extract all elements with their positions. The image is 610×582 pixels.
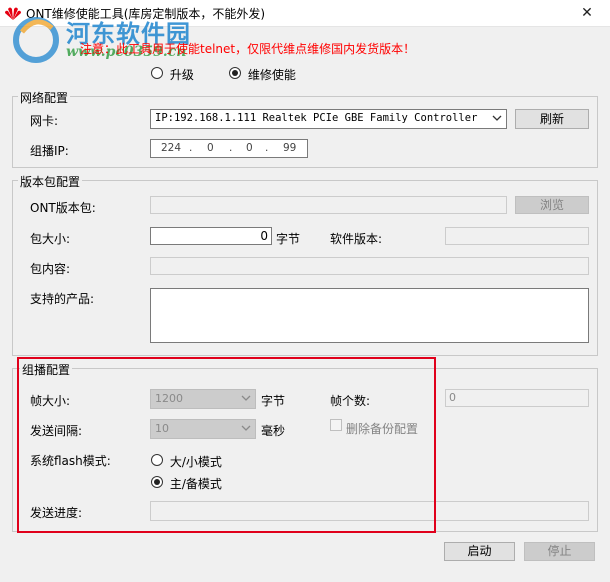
close-button[interactable]: ✕	[564, 0, 610, 26]
highlight-box	[17, 357, 436, 533]
ip-octet-3[interactable]: 0	[246, 142, 253, 154]
package-size-label: 包大小:	[30, 232, 71, 246]
close-icon: ✕	[581, 5, 593, 21]
software-version-input[interactable]	[445, 227, 589, 245]
ip-octet-4[interactable]: 99	[283, 142, 296, 154]
radio-upgrade-label: 升级	[169, 68, 194, 82]
package-size-unit: 字节	[276, 232, 301, 246]
radio-repair-enable-label: 维修使能	[247, 68, 296, 82]
ip-octet-2[interactable]: 0	[207, 142, 214, 154]
package-content-input[interactable]	[150, 257, 589, 275]
stop-button[interactable]: 停止	[524, 542, 595, 561]
package-size-input[interactable]: 0	[150, 227, 272, 245]
supported-products-label: 支持的产品:	[30, 292, 95, 306]
network-config-title: 网络配置	[18, 89, 71, 106]
radio-repair-enable[interactable]: 维修使能	[229, 66, 296, 83]
start-button[interactable]: 启动	[444, 542, 515, 561]
nic-label: 网卡:	[30, 114, 59, 128]
warning-notice: 注意：此工具用于使能telnet，仅限代维点维修国内发货版本！	[80, 42, 416, 56]
radio-upgrade[interactable]: 升级	[151, 66, 194, 83]
watermark-logo-icon	[13, 17, 59, 63]
nic-select-value: IP:192.168.1.111 Realtek PCIe GBE Family…	[155, 112, 478, 124]
radio-repair-enable-indicator[interactable]	[229, 67, 241, 79]
ont-package-label: ONT版本包:	[30, 201, 96, 215]
nic-select[interactable]: IP:192.168.1.111 Realtek PCIe GBE Family…	[150, 109, 507, 129]
supported-products-textarea[interactable]	[150, 288, 589, 343]
software-version-label: 软件版本:	[330, 232, 383, 246]
package-config-title: 版本包配置	[18, 173, 83, 190]
multicast-ip-input[interactable]: 224 . 0 . 0 . 99	[150, 139, 308, 158]
radio-upgrade-indicator[interactable]	[151, 67, 163, 79]
package-content-label: 包内容:	[30, 262, 71, 276]
multicast-ip-label: 组播IP:	[30, 144, 69, 158]
ont-package-path-input[interactable]	[150, 196, 507, 214]
refresh-button[interactable]: 刷新	[515, 109, 589, 129]
ip-octet-1[interactable]: 224	[161, 142, 181, 154]
frame-count-input[interactable]: 0	[445, 389, 589, 407]
browse-button[interactable]: 浏览	[515, 196, 589, 214]
chevron-down-icon[interactable]	[492, 113, 502, 123]
